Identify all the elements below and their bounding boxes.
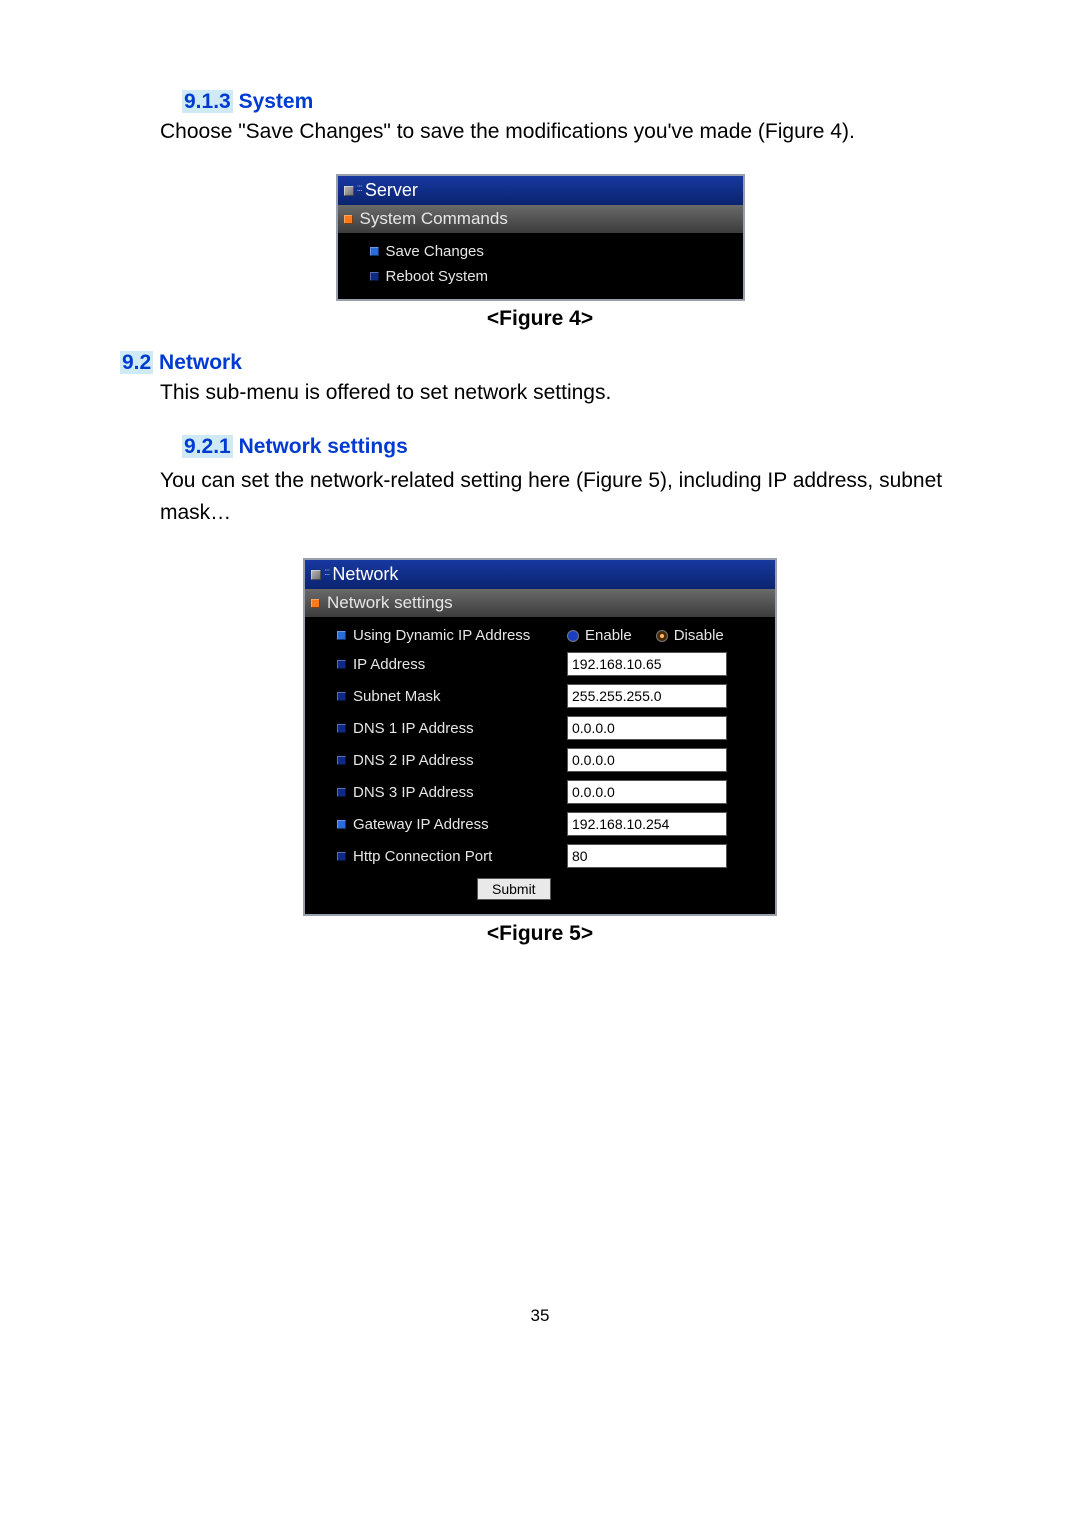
dots-icon: :::	[324, 567, 329, 578]
ip-label: IP Address	[353, 656, 425, 673]
gateway-row: Gateway IP Address	[309, 808, 771, 840]
bullet-icon	[311, 599, 320, 608]
dhcp-disable-label: Disable	[674, 627, 724, 644]
figure5-sub-title: Network settings	[327, 593, 453, 613]
dns1-row: DNS 1 IP Address	[309, 712, 771, 744]
bullet-icon	[337, 852, 346, 861]
figure5-caption: <Figure 5>	[120, 922, 960, 946]
section-body-92: This sub-menu is offered to set network …	[160, 381, 960, 405]
section-number-92: 9.2	[120, 351, 153, 374]
page-number: 35	[120, 1306, 960, 1326]
dns2-row: DNS 2 IP Address	[309, 744, 771, 776]
header-square-icon	[311, 570, 321, 580]
ip-input[interactable]	[567, 652, 727, 676]
gateway-input[interactable]	[567, 812, 727, 836]
figure5-panel: ::: Network Network settings Using Dynam…	[303, 558, 777, 916]
subnet-row: Subnet Mask	[309, 680, 771, 712]
figure5-title: Network	[332, 564, 398, 585]
ip-row: IP Address	[309, 648, 771, 680]
bullet-icon	[337, 724, 346, 733]
bullet-icon	[370, 272, 379, 281]
dhcp-enable-label: Enable	[585, 627, 632, 644]
section-body-921: You can set the network-related setting …	[160, 465, 960, 528]
dns1-label: DNS 1 IP Address	[353, 720, 474, 737]
bullet-icon	[337, 631, 346, 640]
figure4-caption: <Figure 4>	[120, 307, 960, 331]
reboot-system-label: Reboot System	[386, 268, 489, 285]
subnet-input[interactable]	[567, 684, 727, 708]
subnet-label: Subnet Mask	[353, 688, 441, 705]
save-changes-item[interactable]: Save Changes	[342, 239, 739, 264]
section-number-921: 9.2.1	[182, 435, 233, 458]
section-title-92: Network	[159, 351, 242, 374]
header-square-icon	[344, 186, 354, 196]
save-changes-label: Save Changes	[386, 243, 484, 260]
figure4-header: ::: Server	[338, 176, 743, 205]
submit-button[interactable]: Submit	[477, 878, 551, 900]
dns2-input[interactable]	[567, 748, 727, 772]
http-label: Http Connection Port	[353, 848, 492, 865]
gateway-label: Gateway IP Address	[353, 816, 489, 833]
dns3-row: DNS 3 IP Address	[309, 776, 771, 808]
bullet-icon	[337, 692, 346, 701]
dhcp-disable-radio[interactable]: Disable	[656, 627, 724, 644]
submit-row: Submit	[309, 872, 771, 904]
figure4-sub-title: System Commands	[360, 209, 508, 229]
reboot-system-item[interactable]: Reboot System	[342, 264, 739, 289]
figure4-title: Server	[365, 180, 418, 201]
bullet-icon	[337, 820, 346, 829]
bullet-icon	[344, 215, 353, 224]
dns3-input[interactable]	[567, 780, 727, 804]
dhcp-label: Using Dynamic IP Address	[353, 627, 530, 644]
dots-icon: :::	[357, 183, 362, 194]
section-body-913: Choose "Save Changes" to save the modifi…	[160, 120, 960, 144]
bullet-icon	[370, 247, 379, 256]
bullet-icon	[337, 788, 346, 797]
dns1-input[interactable]	[567, 716, 727, 740]
dns2-label: DNS 2 IP Address	[353, 752, 474, 769]
dhcp-enable-radio[interactable]: Enable	[567, 627, 632, 644]
http-row: Http Connection Port	[309, 840, 771, 872]
section-title-913: System	[239, 90, 314, 113]
dns3-label: DNS 3 IP Address	[353, 784, 474, 801]
dhcp-row: Using Dynamic IP Address Enable Disable	[309, 623, 771, 648]
section-number-913: 9.1.3	[182, 90, 233, 113]
section-title-921: Network settings	[239, 435, 408, 458]
figure4-subheader: System Commands	[338, 205, 743, 233]
figure5-header: ::: Network	[305, 560, 775, 589]
figure5-subheader: Network settings	[305, 589, 775, 617]
figure4-panel: ::: Server System Commands Save Changes …	[336, 174, 745, 301]
http-input[interactable]	[567, 844, 727, 868]
bullet-icon	[337, 660, 346, 669]
bullet-icon	[337, 756, 346, 765]
radio-icon	[567, 630, 579, 642]
radio-icon	[656, 630, 668, 642]
